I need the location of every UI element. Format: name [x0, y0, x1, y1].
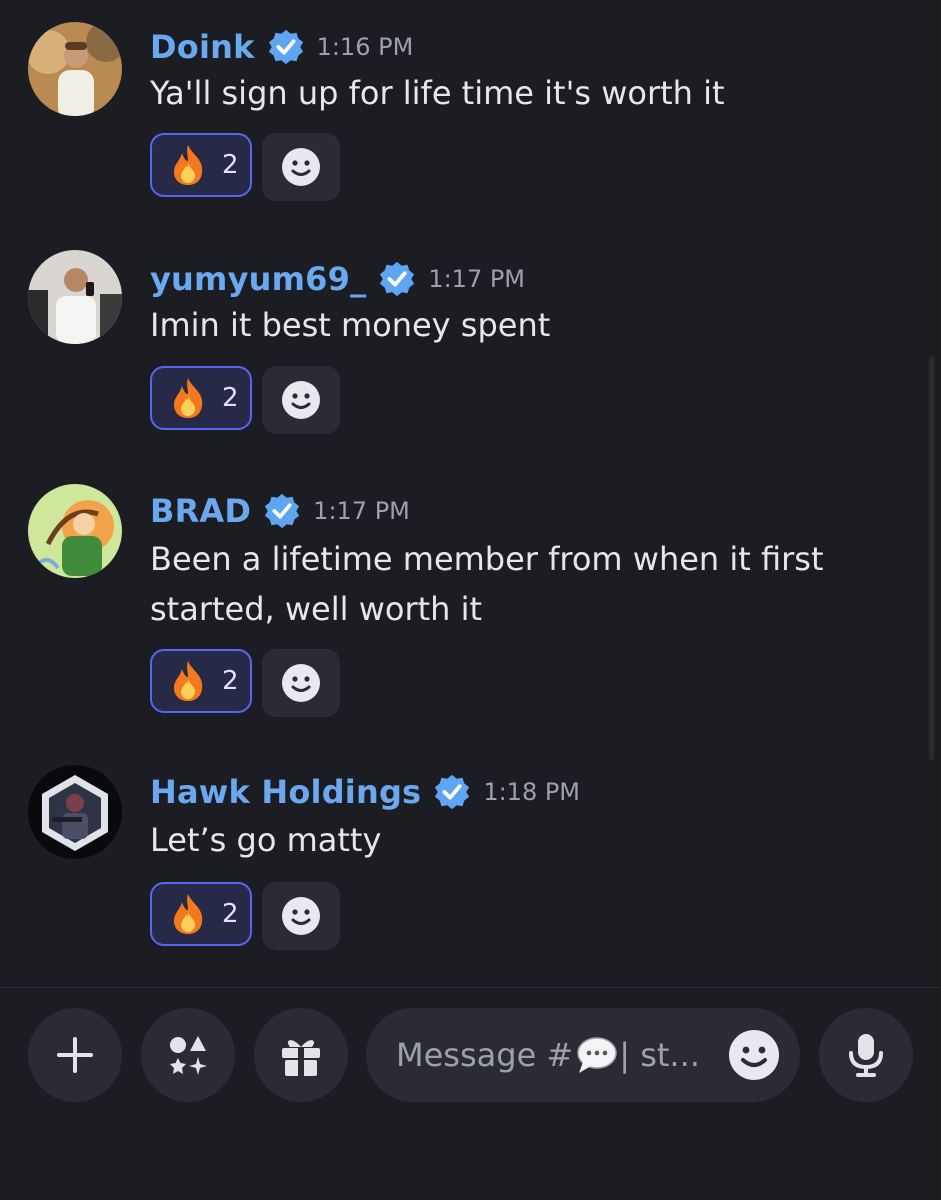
scrollbar[interactable]	[929, 356, 934, 760]
placeholder-prefix: Message #	[396, 1036, 574, 1074]
voice-message-button[interactable]	[819, 1008, 913, 1102]
avatar[interactable]	[28, 250, 122, 344]
smiley-icon	[282, 897, 320, 935]
verified-badge-icon	[433, 773, 471, 811]
message-placeholder: Message # | st...	[396, 1035, 700, 1075]
divider	[0, 987, 941, 988]
message-text: Let’s go matty	[150, 821, 382, 859]
fire-icon	[174, 894, 203, 934]
apps-button[interactable]	[141, 1008, 235, 1102]
username[interactable]: Hawk Holdings	[150, 773, 421, 811]
message-text: Imin it best money spent	[150, 306, 551, 344]
timestamp: 1:18 PM	[483, 778, 581, 806]
reaction-row: 2	[150, 882, 340, 950]
reaction-row: 2	[150, 649, 340, 717]
microphone-icon	[849, 1034, 883, 1077]
smiley-icon	[282, 381, 320, 419]
username[interactable]: Doink	[150, 28, 255, 66]
timestamp: 1:16 PM	[316, 33, 414, 61]
message-text: Ya'll sign up for life time it's worth i…	[150, 74, 725, 112]
placeholder-suffix: | st...	[619, 1036, 700, 1074]
verified-badge-icon	[267, 28, 305, 66]
add-reaction-button[interactable]	[262, 649, 340, 717]
smiley-icon	[282, 148, 320, 186]
add-reaction-button[interactable]	[262, 366, 340, 434]
add-attachment-button[interactable]	[28, 1008, 122, 1102]
timestamp: 1:17 PM	[313, 497, 410, 525]
reaction-count: 2	[222, 666, 239, 696]
verified-badge-icon	[378, 260, 416, 298]
reaction-count: 2	[222, 150, 239, 180]
message-text: Been a lifetime member from when it firs…	[150, 540, 824, 628]
speech-bubble-icon	[577, 1037, 617, 1073]
fire-reaction[interactable]: 2	[150, 133, 252, 197]
plus-icon	[57, 1037, 93, 1073]
fire-reaction[interactable]: 2	[150, 649, 252, 713]
add-reaction-button[interactable]	[262, 882, 340, 950]
smiley-icon	[282, 664, 320, 702]
fire-icon	[174, 378, 203, 418]
reaction-count: 2	[222, 383, 239, 413]
fire-reaction[interactable]: 2	[150, 366, 252, 430]
avatar[interactable]	[28, 22, 122, 116]
message-input[interactable]: Message # | st...	[366, 1008, 800, 1102]
timestamp: 1:17 PM	[428, 265, 526, 293]
fire-icon	[174, 145, 203, 185]
avatar[interactable]	[28, 484, 122, 578]
username[interactable]: BRAD	[150, 492, 251, 530]
verified-badge-icon	[263, 492, 301, 530]
emoji-icon[interactable]	[728, 1029, 780, 1081]
reaction-row: 2	[150, 133, 340, 201]
gift-icon	[282, 1040, 320, 1076]
avatar[interactable]	[28, 765, 122, 859]
username[interactable]: yumyum69_	[150, 260, 366, 298]
gift-button[interactable]	[254, 1008, 348, 1102]
apps-icon	[170, 1036, 207, 1075]
reaction-count: 2	[222, 899, 239, 929]
reaction-row: 2	[150, 366, 340, 434]
fire-icon	[174, 661, 203, 701]
add-reaction-button[interactable]	[262, 133, 340, 201]
fire-reaction[interactable]: 2	[150, 882, 252, 946]
